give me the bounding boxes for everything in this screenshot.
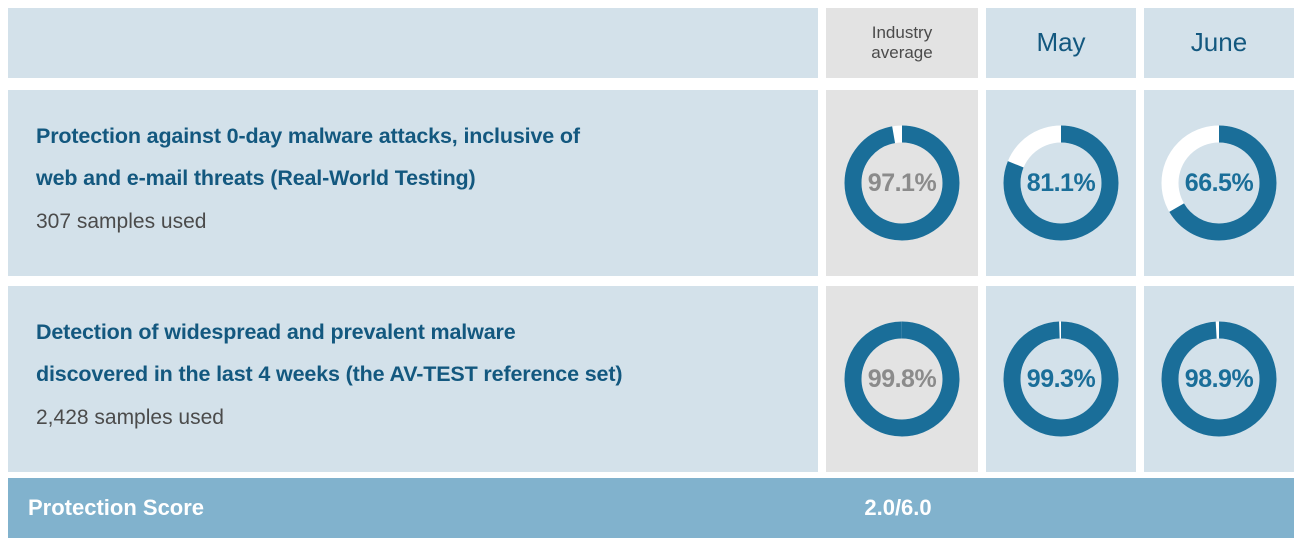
donut-value-label: 97.1%	[867, 168, 937, 197]
donut-value-label: 99.8%	[867, 364, 937, 393]
header-label-may: May	[1036, 27, 1086, 58]
donut-value-label: 66.5%	[1184, 168, 1254, 197]
row-title-line1: Detection of widespread and prevalent ma…	[36, 320, 516, 344]
row-value-cell-may: 81.1%	[986, 90, 1136, 276]
row-description-cell: Protection against 0-day malware attacks…	[8, 90, 818, 276]
row-description-cell: Detection of widespread and prevalent ma…	[8, 286, 818, 472]
av-test-protection-report: Industry average May June Protection aga…	[0, 0, 1302, 546]
row-title: Detection of widespread and prevalent ma…	[36, 312, 790, 396]
donut-chart-industry-average: 97.1%	[840, 121, 964, 245]
donut-chart-may: 99.3%	[999, 317, 1123, 441]
row-title-line1: Protection against 0-day malware attacks…	[36, 124, 580, 148]
protection-score-value: 2.0/6.0	[864, 495, 932, 520]
table-row: Protection against 0-day malware attacks…	[0, 90, 1302, 276]
row-value-cell-industry-average: 99.8%	[826, 286, 978, 472]
row-value-cell-may: 99.3%	[986, 286, 1136, 472]
protection-score-bar: Protection Score 2.0/6.0	[8, 478, 1294, 538]
header-cell-may: May	[986, 8, 1136, 78]
donut-chart-may: 81.1%	[999, 121, 1123, 245]
header-label-june: June	[1190, 27, 1248, 58]
donut-value-label: 99.3%	[1026, 364, 1096, 393]
donut-value-label: 98.9%	[1184, 364, 1254, 393]
header-cell-june: June	[1144, 8, 1294, 78]
header-label-industry-average: Industry average	[871, 23, 932, 62]
row-value-cell-june: 66.5%	[1144, 90, 1294, 276]
table-row: Detection of widespread and prevalent ma…	[0, 286, 1302, 472]
header-cell-industry-average: Industry average	[826, 8, 978, 78]
row-samples-label: 2,428 samples used	[36, 405, 224, 429]
donut-chart-june: 66.5%	[1157, 121, 1281, 245]
table-header-row: Industry average May June	[0, 8, 1302, 78]
header-label-line1: Industry	[871, 23, 933, 43]
row-samples-label: 307 samples used	[36, 209, 207, 233]
row-value-cell-industry-average: 97.1%	[826, 90, 978, 276]
row-value-cell-june: 98.9%	[1144, 286, 1294, 472]
header-spacer-cell	[8, 8, 818, 78]
donut-chart-industry-average: 99.8%	[840, 317, 964, 441]
donut-chart-june: 98.9%	[1157, 317, 1281, 441]
header-label-line2: average	[871, 43, 933, 62]
row-title: Protection against 0-day malware attacks…	[36, 116, 790, 200]
row-title-line2: discovered in the last 4 weeks (the AV-T…	[36, 361, 623, 386]
row-title-line2: web and e-mail threats (Real-World Testi…	[36, 165, 476, 190]
protection-score-label: Protection Score	[28, 495, 205, 520]
donut-value-label: 81.1%	[1026, 168, 1096, 197]
